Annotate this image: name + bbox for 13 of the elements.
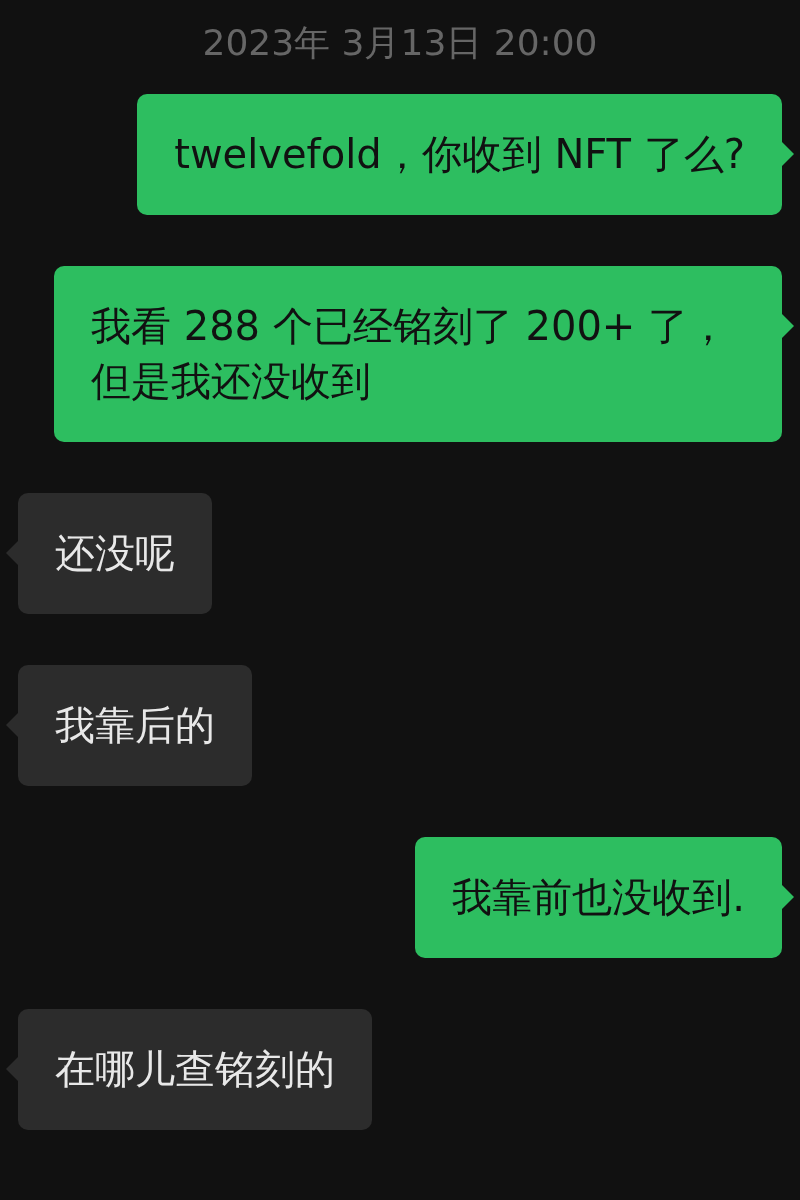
message-bubble: twelvefold，你收到 NFT 了么?: [137, 94, 782, 215]
timestamp: 2023年 3月13日 20:00: [202, 21, 598, 65]
bubble-tail-icon: [782, 314, 794, 338]
message-bubble: 我靠后的: [18, 665, 252, 786]
bubble-tail-icon: [6, 1057, 18, 1081]
bubble-tail-icon: [6, 541, 18, 565]
message-bubble: 我靠前也没收到.: [415, 837, 782, 958]
message-bubble: 还没呢: [18, 493, 212, 614]
bubble-tail-icon: [782, 142, 794, 166]
message-bubble: 我看 288 个已经铭刻了 200+ 了，但是我还没收到: [54, 266, 782, 442]
bubble-tail-icon: [782, 885, 794, 909]
bubble-tail-icon: [6, 713, 18, 737]
message-bubble: 在哪儿查铭刻的: [18, 1009, 372, 1130]
